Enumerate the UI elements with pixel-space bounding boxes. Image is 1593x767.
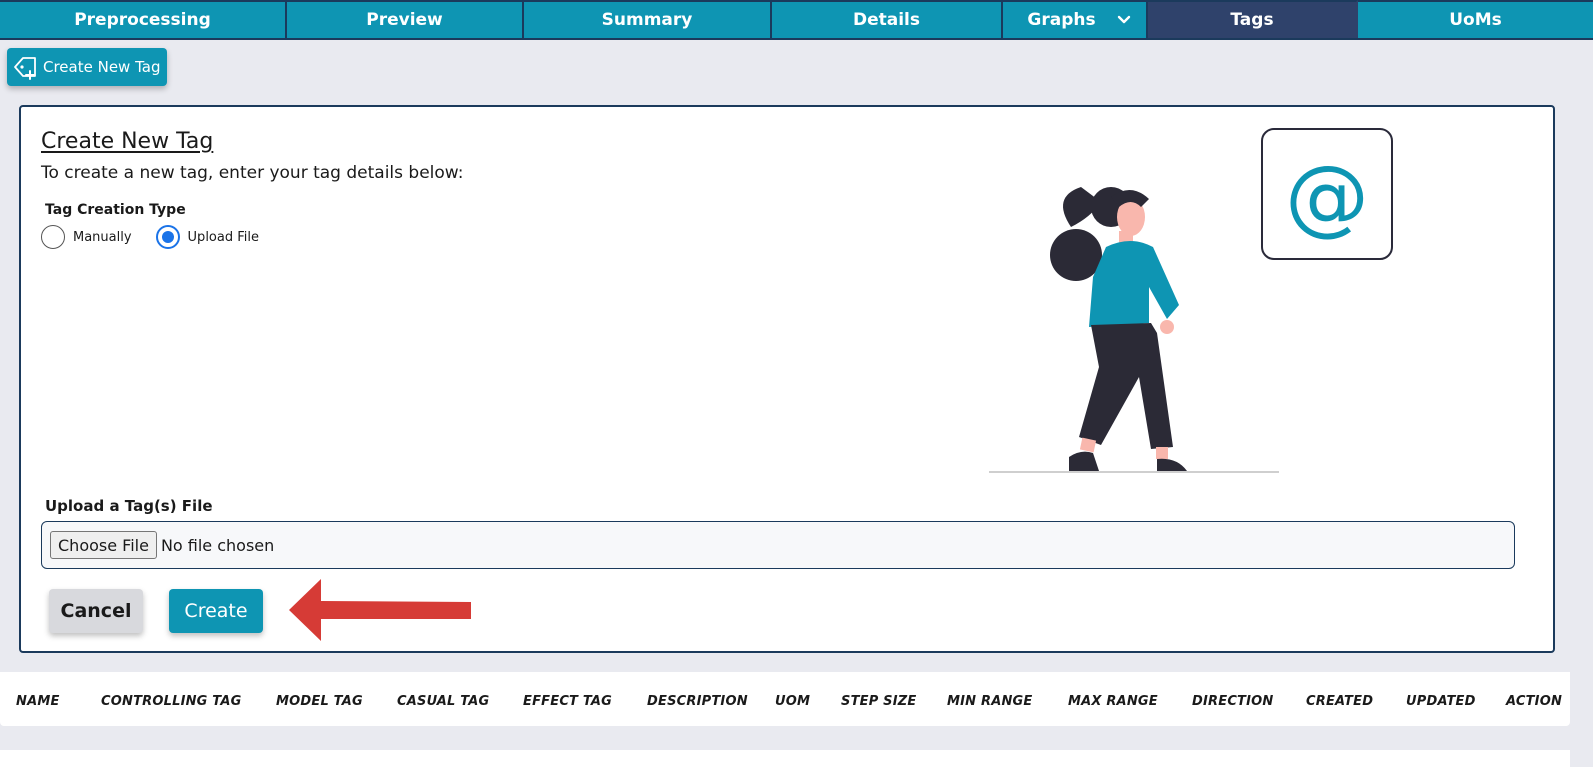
tag-creation-type-group: Manually Upload File [41, 225, 283, 249]
create-button[interactable]: Create [169, 589, 263, 633]
column-header[interactable]: UPDATED [1406, 694, 1476, 709]
column-header[interactable]: ACTION [1506, 694, 1562, 709]
table-body-edge [0, 750, 1570, 767]
top-nav: Preprocessing Preview Summary Details Gr… [0, 0, 1593, 40]
tab-uoms[interactable]: UoMs [1358, 0, 1593, 38]
tag-creation-type-label: Tag Creation Type [45, 202, 186, 218]
column-header[interactable]: CREATED [1306, 694, 1373, 709]
file-status-text: No file chosen [160, 535, 275, 555]
choose-file-button[interactable]: Choose File [50, 531, 157, 559]
radio-manually[interactable] [41, 225, 65, 249]
column-header[interactable]: MIN RANGE [947, 694, 1032, 709]
svg-text:@: @ [1285, 147, 1369, 245]
tab-preprocessing[interactable]: Preprocessing [0, 0, 287, 38]
radio-manually-label: Manually [73, 229, 132, 245]
column-header[interactable]: DESCRIPTION [647, 694, 748, 709]
column-header[interactable]: CASUAL TAG [397, 694, 489, 709]
tab-tags[interactable]: Tags [1148, 0, 1358, 38]
cancel-button[interactable]: Cancel [49, 589, 143, 633]
at-sign-icon: @ [1285, 147, 1369, 245]
radio-upload-file-label: Upload File [187, 229, 259, 245]
upload-file-label: Upload a Tag(s) File [45, 497, 213, 515]
chevron-down-icon[interactable] [1116, 12, 1132, 28]
column-header[interactable]: MODEL TAG [276, 694, 363, 709]
file-input[interactable]: Choose File No file chosen [41, 521, 1515, 569]
tag-plus-icon [14, 57, 36, 80]
red-arrow-annotation [289, 579, 471, 641]
tab-details[interactable]: Details [772, 0, 1003, 38]
column-header[interactable]: DIRECTION [1192, 694, 1274, 709]
column-header[interactable]: STEP SIZE [841, 694, 916, 709]
column-header[interactable]: CONTROLLING TAG [101, 694, 241, 709]
column-header[interactable]: EFFECT TAG [523, 694, 612, 709]
radio-upload-file[interactable] [155, 225, 180, 249]
form-subtitle: To create a new tag, enter your tag deta… [41, 163, 464, 183]
column-header[interactable]: UOM [775, 694, 810, 709]
create-tag-card: Create New Tag To create a new tag, ente… [19, 105, 1555, 653]
tab-preview[interactable]: Preview [287, 0, 524, 38]
column-header[interactable]: NAME [16, 694, 60, 709]
woman-illustration: @ [989, 128, 1393, 473]
form-title: Create New Tag [41, 129, 214, 154]
create-new-tag-button[interactable]: Create New Tag [7, 48, 167, 86]
column-header[interactable]: MAX RANGE [1068, 694, 1158, 709]
tab-summary[interactable]: Summary [524, 0, 772, 38]
tags-table-header: NAME CONTROLLING TAG MODEL TAG CASUAL TA… [0, 672, 1570, 726]
tab-graphs[interactable]: Graphs [1003, 0, 1148, 38]
